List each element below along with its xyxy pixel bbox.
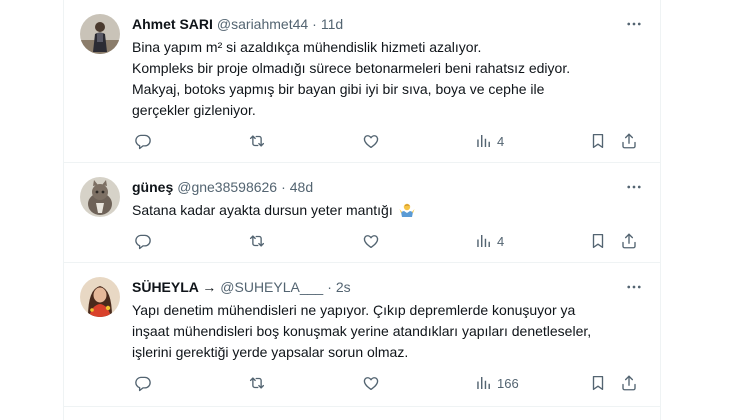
more-icon[interactable] bbox=[624, 14, 644, 34]
tweet-text-line: işlerini gerektiği yerde yapsalar sorun … bbox=[132, 344, 409, 360]
tweet-text: Satana kadar ayakta dursun yeter mantığı bbox=[132, 200, 637, 221]
views-count: 4 bbox=[497, 233, 505, 249]
tweet[interactable]: güneş @gne38598626 · 48d Satana kadar ay… bbox=[64, 163, 660, 263]
views-button[interactable]: 4 bbox=[475, 231, 504, 251]
timeline: Ahmet SARI @sariahmet44 · 11d Bina yapım… bbox=[63, 0, 661, 420]
tweet-header: Ahmet SARI @sariahmet44 · 11d bbox=[132, 14, 343, 34]
bookmark-icon[interactable] bbox=[589, 131, 607, 151]
separator-dot: · bbox=[281, 179, 286, 195]
bookmark-icon[interactable] bbox=[589, 373, 607, 393]
views-button[interactable]: 166 bbox=[475, 373, 519, 393]
display-name[interactable]: Ahmet SARI bbox=[132, 16, 213, 32]
avatar[interactable] bbox=[80, 14, 120, 54]
user-handle[interactable]: @SUHEYLA___ bbox=[220, 279, 323, 295]
reply-icon[interactable] bbox=[134, 231, 152, 251]
more-icon[interactable] bbox=[624, 277, 644, 297]
user-handle[interactable]: @gne38598626 bbox=[177, 179, 277, 195]
bookmark-icon[interactable] bbox=[589, 231, 607, 251]
avatar[interactable] bbox=[80, 177, 120, 217]
shrug-emoji bbox=[399, 203, 415, 217]
tweet-text-line: Kompleks bir proje olmadığı sürece beton… bbox=[132, 60, 571, 76]
tweet-text-line: gerçekler gizleniyor. bbox=[132, 102, 256, 118]
tweet-header: güneş @gne38598626 · 48d bbox=[132, 177, 313, 197]
tweet-text: Yapı denetim mühendisleri ne yapıyor. Çı… bbox=[132, 300, 637, 363]
tweet-actions: 4 bbox=[132, 131, 642, 151]
tweet[interactable]: SÜHEYLA → @SUHEYLA___ · 2s Yapı denetim … bbox=[64, 263, 660, 407]
tweet-text-line: Makyaj, botoks yapmış bir bayan gibi iyi… bbox=[132, 81, 545, 97]
like-icon[interactable] bbox=[362, 373, 380, 393]
tweet-actions: 166 bbox=[132, 373, 642, 393]
avatar[interactable] bbox=[80, 277, 120, 317]
tweet-text: Bina yapım m² si azaldıkça mühendislik h… bbox=[132, 37, 637, 121]
timestamp[interactable]: 11d bbox=[321, 16, 343, 32]
tweet-text-line: Yapı denetim mühendisleri ne yapıyor. Çı… bbox=[132, 302, 576, 318]
share-icon[interactable] bbox=[620, 231, 638, 251]
display-name[interactable]: SÜHEYLA → bbox=[132, 279, 216, 295]
like-icon[interactable] bbox=[362, 231, 380, 251]
timestamp[interactable]: 2s bbox=[336, 279, 351, 295]
views-icon bbox=[475, 132, 493, 150]
retweet-icon[interactable] bbox=[248, 373, 266, 393]
separator-dot: · bbox=[327, 279, 332, 295]
views-count: 4 bbox=[497, 133, 505, 149]
tweet-text-line: Bina yapım m² si azaldıkça mühendislik h… bbox=[132, 39, 482, 55]
views-icon bbox=[475, 232, 493, 250]
views-icon bbox=[475, 374, 493, 392]
share-icon[interactable] bbox=[620, 131, 638, 151]
retweet-icon[interactable] bbox=[248, 231, 266, 251]
display-name[interactable]: güneş bbox=[132, 179, 173, 195]
tweet-header: SÜHEYLA → @SUHEYLA___ · 2s bbox=[132, 277, 351, 297]
views-count: 166 bbox=[497, 375, 519, 391]
retweet-icon[interactable] bbox=[248, 131, 266, 151]
reply-icon[interactable] bbox=[134, 373, 152, 393]
tweet-text-content: Satana kadar ayakta dursun yeter mantığı bbox=[132, 202, 393, 218]
tweet-text-line: inşaat mühendisleri boş konuşmak yerine … bbox=[132, 323, 592, 339]
like-icon[interactable] bbox=[362, 131, 380, 151]
more-icon[interactable] bbox=[624, 177, 644, 197]
tweet[interactable]: Ahmet SARI @sariahmet44 · 11d Bina yapım… bbox=[64, 0, 660, 163]
views-button[interactable]: 4 bbox=[475, 131, 504, 151]
reply-icon[interactable] bbox=[134, 131, 152, 151]
timestamp[interactable]: 48d bbox=[290, 179, 313, 195]
tweet-actions: 4 bbox=[132, 231, 642, 251]
separator-dot: · bbox=[312, 16, 317, 32]
tweet-text-line: Satana kadar ayakta dursun yeter mantığı bbox=[132, 200, 637, 221]
user-handle[interactable]: @sariahmet44 bbox=[217, 16, 308, 32]
share-icon[interactable] bbox=[620, 373, 638, 393]
